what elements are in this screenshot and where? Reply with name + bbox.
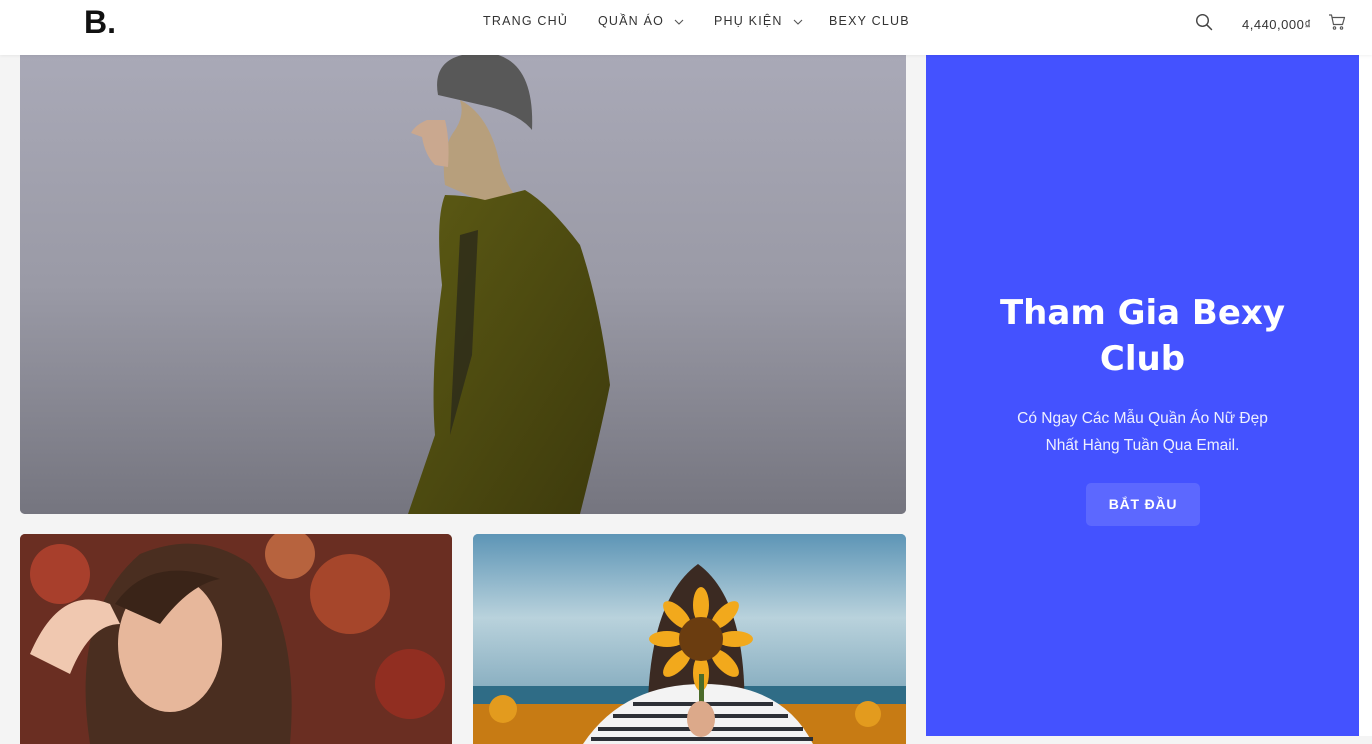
- site-logo[interactable]: B.: [84, 4, 116, 41]
- gallery-image-card[interactable]: [473, 534, 906, 744]
- promo-subtitle: Có Ngay Các Mẫu Quần Áo Nữ Đẹp Nhất Hàng…: [996, 405, 1289, 459]
- nav-item-bexy-club[interactable]: BEXY CLUB: [829, 14, 910, 28]
- site-header: B. TRANG CHỦ QUẦN ÁO PHỤ KIỆN BEXY CLUB …: [0, 0, 1372, 55]
- hero-photo: [20, 55, 906, 514]
- start-button[interactable]: BẮT ĐẦU: [1086, 483, 1200, 526]
- nav-item-clothing[interactable]: QUẦN ÁO: [598, 14, 684, 28]
- chevron-down-icon: [674, 19, 684, 25]
- page-scrollbar[interactable]: [1359, 55, 1372, 736]
- gallery-photo: [473, 534, 906, 744]
- cart-icon[interactable]: [1328, 13, 1346, 31]
- chevron-down-icon: [793, 19, 803, 25]
- promo-subtitle-line: Có Ngay Các Mẫu Quần Áo Nữ Đẹp: [1017, 410, 1268, 427]
- promo-title-line: Tham Gia Bexy: [999, 293, 1285, 333]
- gallery-image-card[interactable]: [20, 534, 452, 744]
- nav-item-home[interactable]: TRANG CHỦ: [483, 14, 568, 28]
- newsletter-promo-panel: Tham Gia Bexy Club Có Ngay Các Mẫu Quần …: [926, 55, 1359, 736]
- nav-item-label: TRANG CHỦ: [483, 14, 569, 28]
- cart-total[interactable]: 4,440,000₫: [1242, 17, 1312, 32]
- promo-title-line: Club: [1099, 339, 1186, 379]
- nav-item-label: BEXY CLUB: [829, 14, 910, 28]
- hero-image-card[interactable]: [20, 55, 906, 514]
- gallery-photo: [20, 534, 452, 744]
- nav-item-accessories[interactable]: PHỤ KIỆN: [714, 14, 803, 28]
- nav-item-label: QUẦN ÁO: [598, 14, 665, 28]
- promo-subtitle-line: Nhất Hàng Tuần Qua Email.: [1045, 437, 1240, 454]
- promo-title: Tham Gia Bexy Club: [926, 290, 1359, 382]
- nav-item-label: PHỤ KIỆN: [714, 14, 783, 28]
- search-icon[interactable]: [1194, 12, 1214, 32]
